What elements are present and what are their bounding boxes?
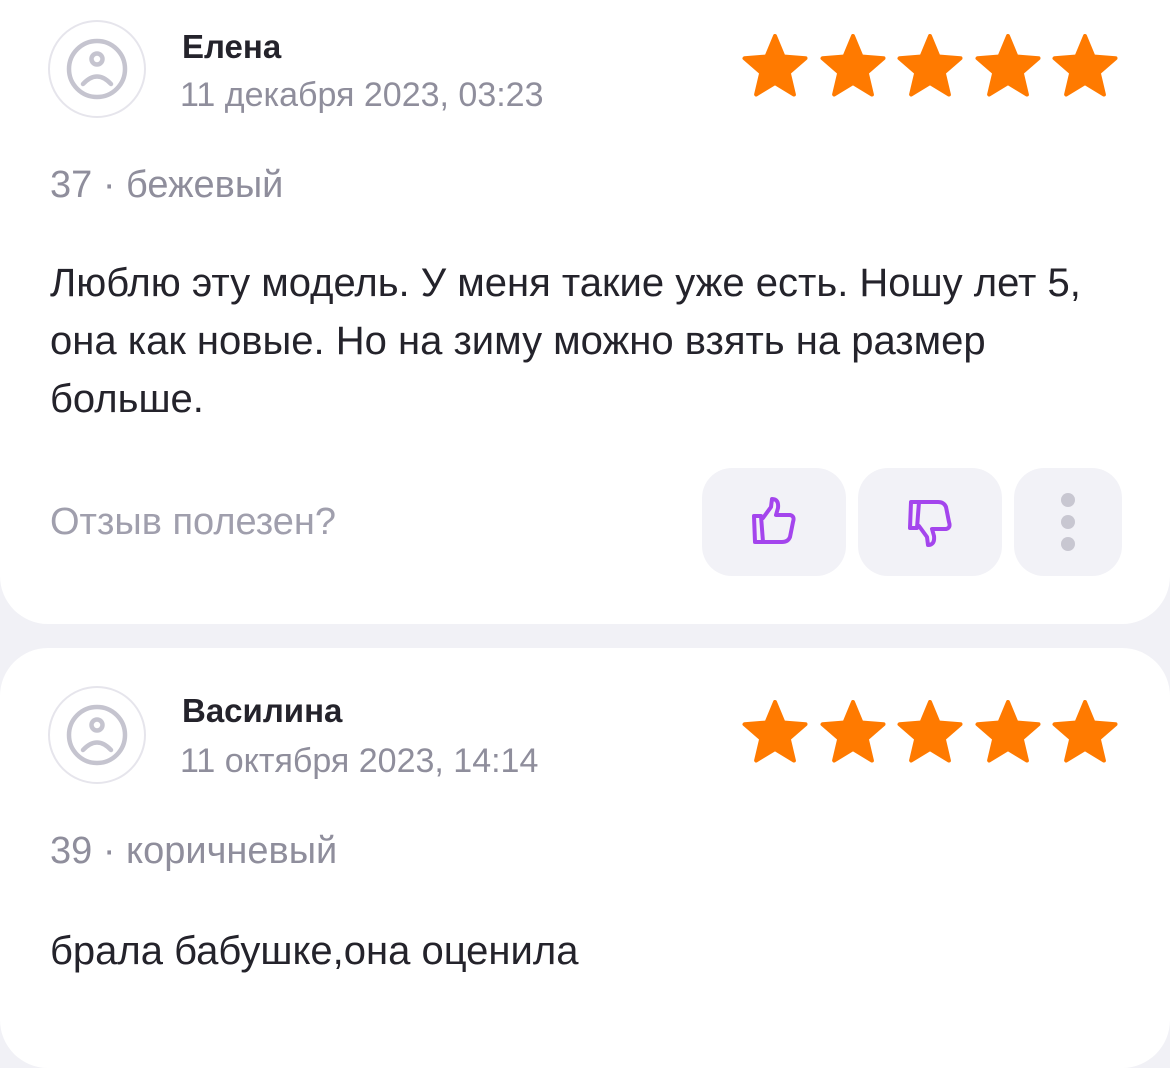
review-date: 11 октября 2023, 14:14 — [180, 742, 539, 780]
product-variant: 39 · коричневый — [50, 830, 338, 872]
star-icon — [820, 700, 886, 766]
review-text: брала бабушке,она оценила — [50, 929, 579, 973]
star-icon — [975, 700, 1041, 766]
product-variant: 37 · бежевый — [50, 164, 284, 206]
avatar — [48, 20, 146, 118]
star-icon — [742, 700, 808, 766]
sad-face-icon — [65, 703, 129, 767]
thumbs-up-icon — [752, 497, 796, 544]
review-date: 11 декабря 2023, 03:23 — [180, 76, 544, 114]
star-icon — [1052, 34, 1118, 100]
more-button[interactable] — [1014, 468, 1122, 576]
dislike-button[interactable] — [858, 468, 1002, 576]
thumbs-down-icon — [908, 500, 952, 547]
like-button[interactable] — [702, 468, 846, 576]
more-vertical-icon — [1061, 493, 1075, 551]
review-card: Елена 11 декабря 2023, 03:23 37 · бежевы… — [0, 0, 1170, 624]
star-icon — [897, 700, 963, 766]
review-text: Люблю эту модель. У меня такие уже есть.… — [50, 261, 1081, 421]
helpful-label: Отзыв полезен? — [50, 501, 337, 543]
avatar — [48, 686, 146, 784]
star-icon — [1052, 700, 1118, 766]
star-icon — [975, 34, 1041, 100]
rating-stars — [742, 700, 1118, 766]
author-name: Елена — [182, 28, 282, 65]
star-icon — [742, 34, 808, 100]
sad-face-icon — [65, 37, 129, 101]
rating-stars — [742, 34, 1118, 100]
star-icon — [820, 34, 886, 100]
review-card: Василина 11 октября 2023, 14:14 39 · кор… — [0, 648, 1170, 1068]
star-icon — [897, 34, 963, 100]
author-name: Василина — [182, 692, 343, 729]
